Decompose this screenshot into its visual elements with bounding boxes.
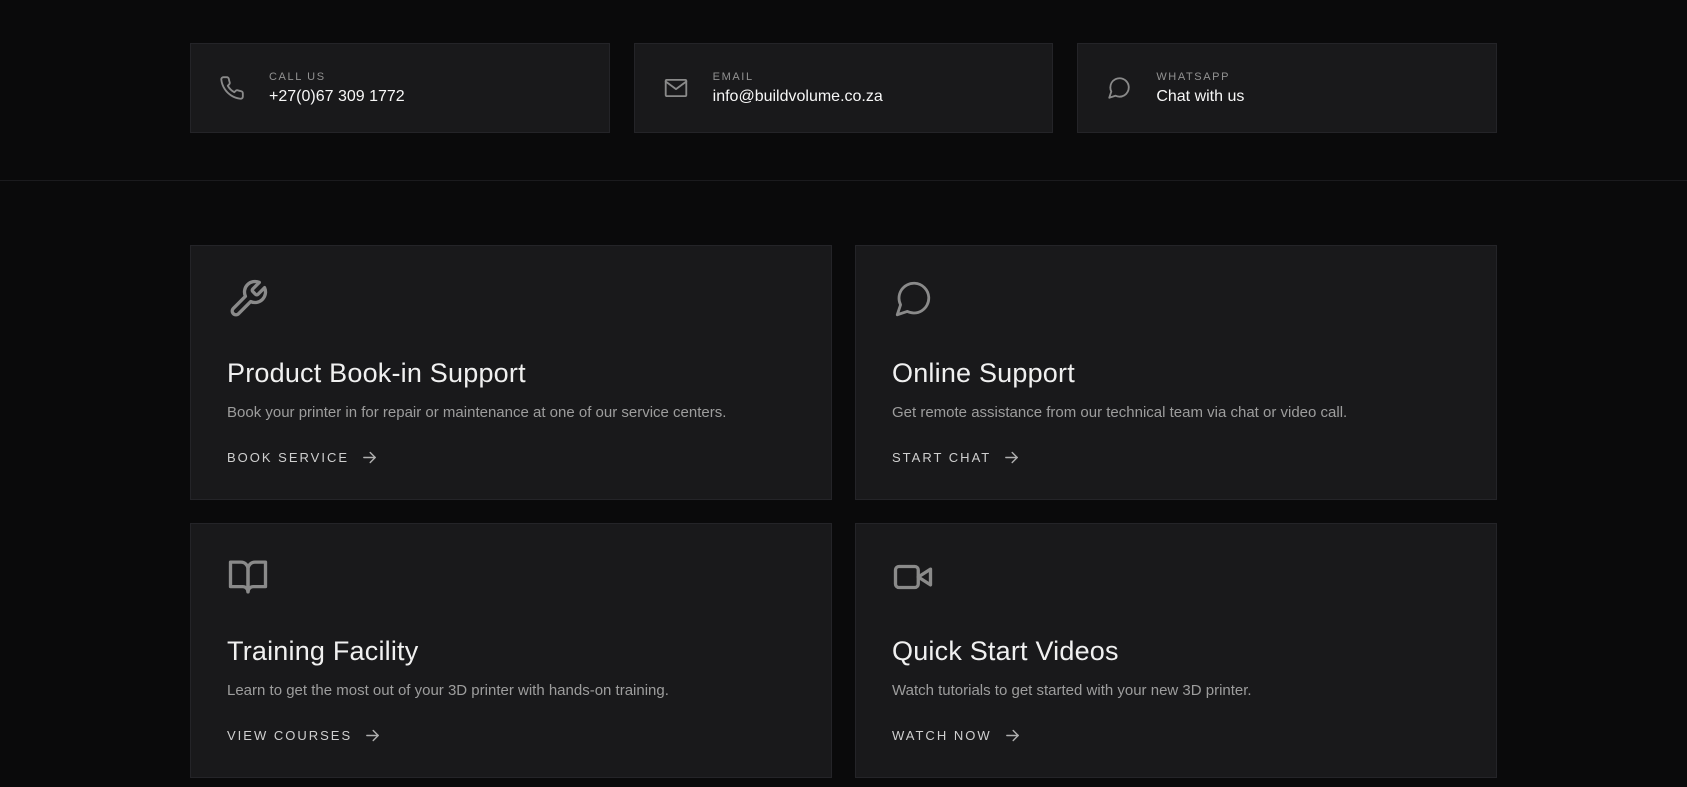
support-card-title: Training Facility (227, 636, 795, 667)
contact-phone-number: +27(0)67 309 1772 (269, 88, 405, 106)
book-service-link[interactable]: BOOK SERVICE (227, 449, 378, 466)
contact-card-whatsapp[interactable]: WHATSAPP Chat with us (1077, 43, 1497, 133)
arrow-right-icon (1004, 727, 1021, 744)
chat-bubble-icon (1106, 75, 1132, 101)
arrow-right-icon (361, 449, 378, 466)
support-card-description: Book your printer in for repair or maint… (227, 402, 795, 424)
support-card-title: Product Book-in Support (227, 358, 795, 389)
mail-icon (663, 75, 689, 101)
arrow-right-icon (364, 727, 381, 744)
contact-grid: CALL US +27(0)67 309 1772 EMAIL info@bui… (190, 43, 1497, 133)
contact-label: CALL US (269, 71, 405, 83)
support-link-label: WATCH NOW (892, 728, 992, 743)
video-camera-icon (892, 585, 934, 602)
start-chat-link[interactable]: START CHAT (892, 449, 1020, 466)
contact-text: WHATSAPP Chat with us (1156, 71, 1244, 106)
chat-bubble-icon (892, 307, 934, 324)
support-card-videos: Quick Start Videos Watch tutorials to ge… (855, 523, 1497, 778)
support-card-description: Learn to get the most out of your 3D pri… (227, 680, 795, 702)
book-open-icon (227, 585, 269, 602)
view-courses-link[interactable]: VIEW COURSES (227, 727, 381, 744)
contact-strip: CALL US +27(0)67 309 1772 EMAIL info@bui… (0, 0, 1687, 181)
support-link-label: VIEW COURSES (227, 728, 352, 743)
support-card-book-in: Product Book-in Support Book your printe… (190, 245, 832, 500)
support-section: Product Book-in Support Book your printe… (0, 181, 1687, 778)
support-grid: Product Book-in Support Book your printe… (190, 245, 1497, 778)
support-card-description: Watch tutorials to get started with your… (892, 680, 1460, 702)
support-card-title: Online Support (892, 358, 1460, 389)
support-card-online-support: Online Support Get remote assistance fro… (855, 245, 1497, 500)
support-card-title: Quick Start Videos (892, 636, 1460, 667)
contact-label: EMAIL (713, 71, 883, 83)
arrow-right-icon (1003, 449, 1020, 466)
wrench-icon (227, 307, 269, 324)
support-link-label: START CHAT (892, 450, 991, 465)
contact-whatsapp-cta: Chat with us (1156, 88, 1244, 106)
support-card-description: Get remote assistance from our technical… (892, 402, 1460, 424)
watch-now-link[interactable]: WATCH NOW (892, 727, 1021, 744)
contact-text: EMAIL info@buildvolume.co.za (713, 71, 883, 106)
support-card-training: Training Facility Learn to get the most … (190, 523, 832, 778)
contact-text: CALL US +27(0)67 309 1772 (269, 71, 405, 106)
support-link-label: BOOK SERVICE (227, 450, 349, 465)
phone-icon (219, 75, 245, 101)
contact-card-email[interactable]: EMAIL info@buildvolume.co.za (634, 43, 1054, 133)
contact-label: WHATSAPP (1156, 71, 1244, 83)
contact-email-address: info@buildvolume.co.za (713, 88, 883, 106)
contact-card-call[interactable]: CALL US +27(0)67 309 1772 (190, 43, 610, 133)
